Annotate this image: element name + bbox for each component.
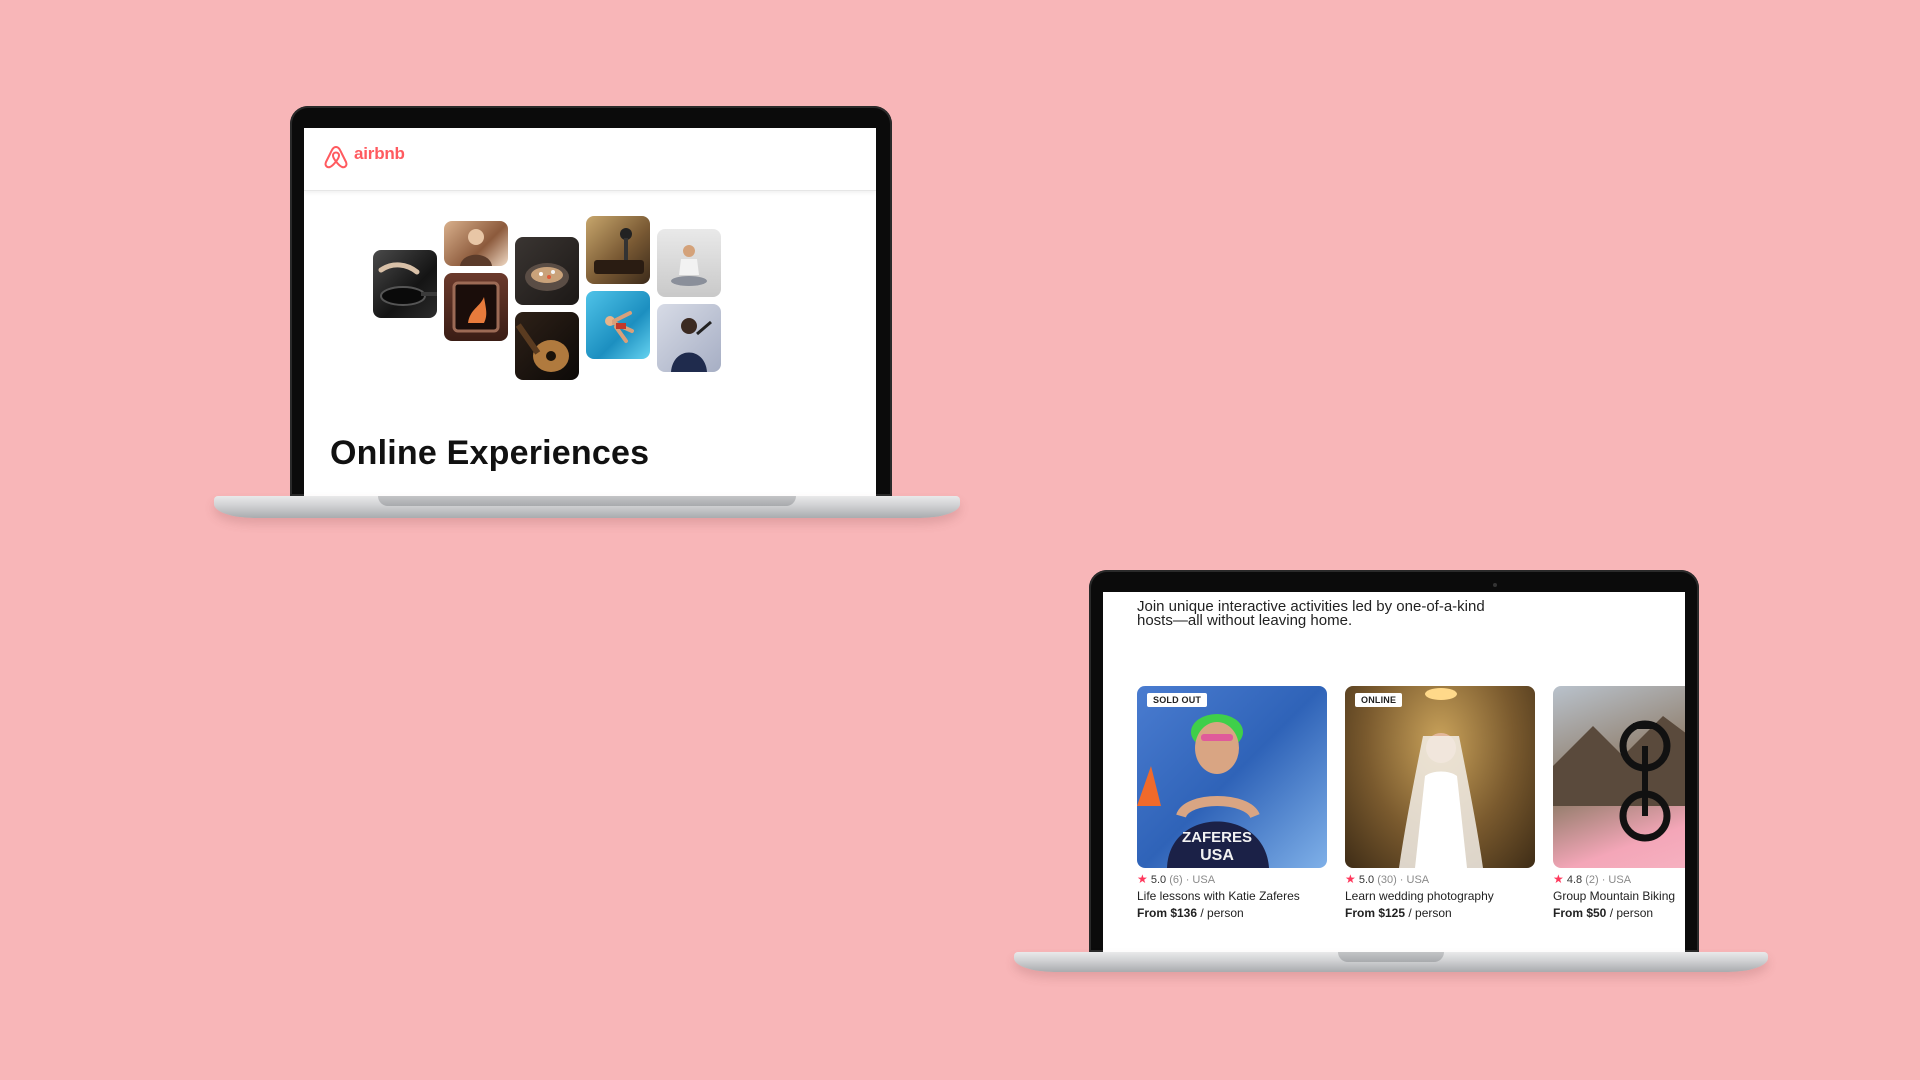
card-photo[interactable]: ONLINE: [1345, 686, 1535, 868]
star-icon: ★: [1345, 872, 1356, 886]
person-portrait-icon: [460, 229, 492, 266]
experience-card[interactable]: ONLINE ★ 5.0 (30) · USA Learn wedding ph…: [1345, 686, 1535, 920]
laptop-base: [214, 496, 960, 518]
card-rating: ★ 5.0 (6) · USA: [1137, 872, 1216, 886]
review-count: (30): [1377, 874, 1397, 886]
star-icon: ★: [1137, 872, 1148, 886]
laptop-notch: [1338, 952, 1444, 962]
airbnb-logo-icon[interactable]: [323, 145, 349, 169]
price-value: From $125: [1345, 906, 1406, 920]
card-price: From $136 / person: [1137, 906, 1327, 920]
review-count: (6): [1169, 874, 1183, 886]
card-title[interactable]: Group Mountain Biking: [1553, 889, 1685, 903]
guitar-icon: [515, 323, 569, 372]
photo-pan-cooking: [373, 250, 437, 318]
page-title: Online Experiences: [330, 434, 650, 472]
brand-name[interactable]: airbnb: [354, 144, 405, 164]
jersey-name: ZAFERES: [1182, 829, 1252, 846]
card-price: From $50 / person: [1553, 906, 1685, 920]
fireplace-icon: [452, 281, 500, 333]
athlete-icon: ZAFERES USA: [1137, 714, 1269, 868]
swimmer-icon: [605, 311, 634, 343]
intro-text: Join unique interactive activities led b…: [1137, 598, 1485, 629]
card-price: From $125 / person: [1345, 906, 1535, 920]
rating-value: 5.0: [1150, 874, 1167, 886]
price-value: From $50: [1553, 906, 1607, 920]
experience-card[interactable]: ★ 4.8 (2) · USA Group Mountain Biking Fr…: [1553, 686, 1685, 920]
bottom-laptop: Join unique interactive activities led b…: [1014, 570, 1768, 980]
card-rating: ★ 4.8 (2) · USA: [1553, 872, 1632, 886]
laptop-base: [1014, 952, 1768, 972]
photo-performer: [657, 304, 721, 372]
mountain-bike-icon: [1553, 716, 1685, 842]
jersey-country: USA: [1200, 847, 1234, 864]
card-title[interactable]: Learn wedding photography: [1345, 889, 1535, 903]
photo-swimmer: [586, 291, 650, 359]
price-value: From $136: [1137, 906, 1198, 920]
rating-value: 4.8: [1566, 874, 1583, 886]
card-location: USA: [1608, 874, 1632, 886]
review-count: (2): [1585, 874, 1599, 886]
photo-microphone: [586, 216, 650, 284]
card-rating: ★ 5.0 (30) · USA: [1345, 872, 1430, 886]
food-bowl-icon: [525, 263, 569, 291]
card-photo[interactable]: [1553, 686, 1685, 868]
bride-icon: [1399, 688, 1483, 868]
photo-food-bowl: [515, 237, 579, 305]
camera-icon: [1493, 583, 1497, 587]
photo-person-portrait: [444, 221, 508, 266]
rating-value: 5.0: [1358, 874, 1375, 886]
star-icon: ★: [1553, 872, 1564, 886]
card-location: USA: [1192, 874, 1216, 886]
photo-guitar: [515, 312, 579, 380]
card-photo[interactable]: ZAFERES USA SOLD OUT: [1137, 686, 1327, 868]
experience-card[interactable]: ZAFERES USA SOLD OUT ★ 5.0 (6) · USA Lif…: [1137, 686, 1327, 920]
photo-yoga: [657, 229, 721, 297]
performer-icon: [671, 318, 712, 372]
price-unit: / person: [1408, 906, 1452, 920]
card-location: USA: [1406, 874, 1430, 886]
top-laptop: airbnb Online Experiences: [214, 106, 960, 526]
price-unit: / person: [1200, 906, 1244, 920]
pan-cooking-icon: [378, 262, 437, 306]
price-unit: / person: [1609, 906, 1654, 920]
status-badge: SOLD OUT: [1147, 693, 1208, 707]
laptop-screen: airbnb Online Experiences: [304, 128, 876, 496]
microphone-icon: [594, 228, 644, 274]
laptop-screen: Join unique interactive activities led b…: [1103, 592, 1685, 952]
laptop-notch: [378, 496, 796, 506]
photo-fireplace: [444, 273, 508, 341]
yoga-icon: [671, 245, 707, 286]
status-badge: ONLINE: [1355, 693, 1403, 707]
navbar: airbnb: [304, 128, 876, 191]
card-title[interactable]: Life lessons with Katie Zaferes: [1137, 889, 1327, 903]
